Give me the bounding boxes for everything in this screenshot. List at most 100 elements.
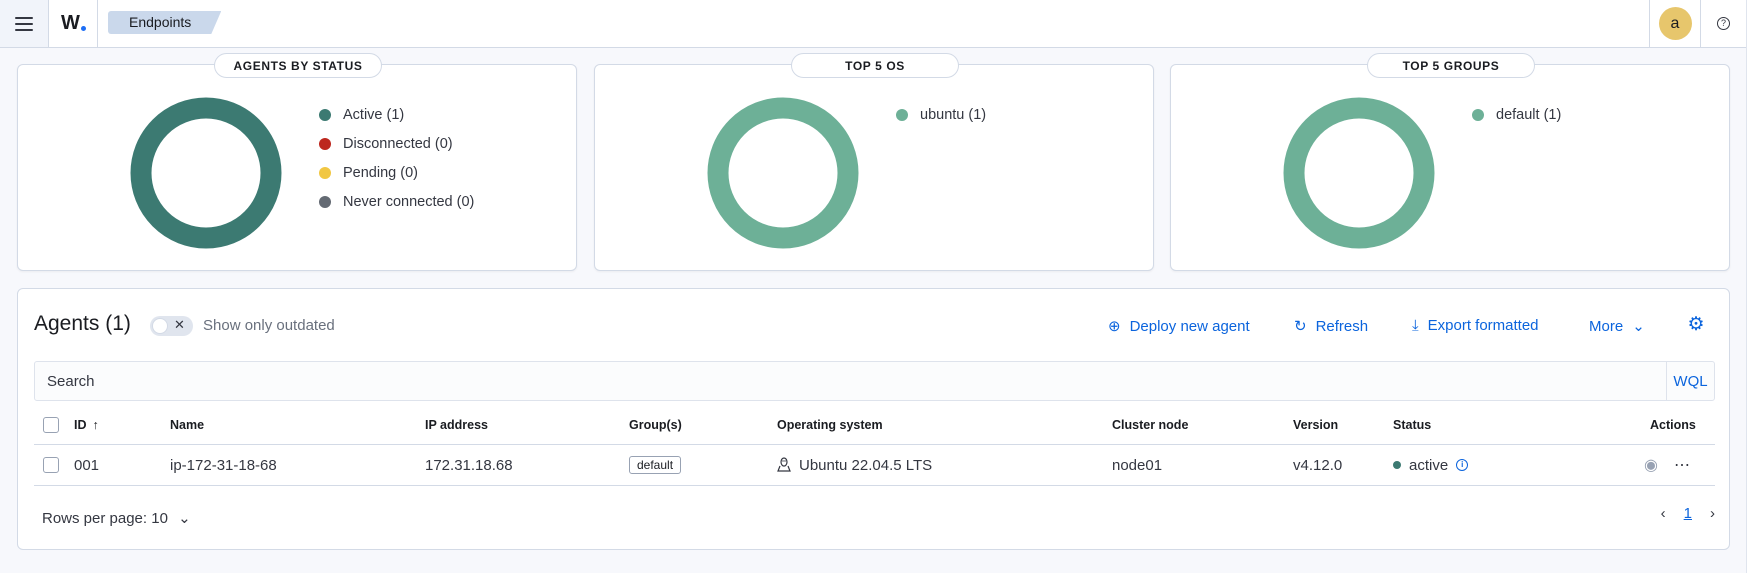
help-button[interactable]: ?	[1700, 0, 1746, 47]
col-id-label: ID	[74, 417, 87, 432]
refresh-icon: ↻	[1294, 318, 1307, 335]
agents-panel: Agents (1) ✕ Show only outdated ⊕ Deploy…	[17, 288, 1730, 550]
col-ip[interactable]: IP address	[425, 405, 488, 444]
search-bar[interactable]: Search WQL	[34, 361, 1715, 401]
pagination: ‹ 1 ›	[1661, 505, 1715, 522]
status-legend: Active (1) Disconnected (0) Pending (0) …	[319, 100, 474, 216]
legend-label: Active (1)	[343, 106, 405, 123]
select-all-checkbox[interactable]	[43, 416, 59, 433]
toggle-knob	[152, 318, 168, 334]
logo-dot	[80, 26, 86, 31]
cell-actions: ◉ ⋯	[1644, 445, 1690, 485]
refresh-button[interactable]: ↻ Refresh	[1294, 317, 1368, 336]
groups-donut-chart	[1283, 97, 1435, 249]
close-icon: ✕	[174, 317, 185, 332]
legend-dot	[319, 137, 331, 150]
linux-icon	[777, 457, 791, 472]
os-donut-chart	[707, 97, 859, 249]
col-name[interactable]: Name	[170, 405, 204, 444]
next-page-icon[interactable]: ›	[1710, 505, 1715, 522]
toggle-label[interactable]: Show only outdated	[203, 317, 335, 334]
search-input[interactable]: Search	[47, 373, 95, 390]
page-1-link[interactable]: 1	[1684, 505, 1692, 522]
panel-title: TOP 5 OS	[791, 53, 959, 78]
legend-label: ubuntu (1)	[920, 106, 987, 123]
col-cluster-node[interactable]: Cluster node	[1112, 405, 1188, 444]
prev-page-icon[interactable]: ‹	[1661, 505, 1666, 522]
legend-item-active[interactable]: Active (1)	[319, 100, 474, 129]
donut-ring-active	[130, 97, 282, 249]
rows-per-page-label: Rows per page: 10	[42, 510, 168, 527]
info-icon[interactable]: i	[1456, 459, 1469, 471]
table-row[interactable]: 001 ip-172-31-18-68 172.31.18.68 default…	[34, 445, 1715, 486]
legend-dot	[896, 108, 908, 121]
sort-up-icon: ↑	[92, 417, 99, 432]
panel-title: TOP 5 GROUPS	[1367, 53, 1535, 78]
top-os-panel: TOP 5 OS ubuntu (1)	[594, 53, 1154, 271]
cell-version: v4.12.0	[1293, 456, 1343, 474]
legend-item-disconnected[interactable]: Disconnected (0)	[319, 129, 474, 158]
wql-button[interactable]: WQL	[1666, 362, 1714, 400]
hamburger-icon	[15, 16, 33, 31]
col-id[interactable]: ID ↑	[74, 405, 99, 444]
download-icon: ⤓	[1412, 317, 1419, 334]
select-all-cell	[43, 405, 59, 444]
col-groups[interactable]: Group(s)	[629, 405, 682, 444]
deploy-agent-button[interactable]: ⊕ Deploy new agent	[1108, 317, 1250, 336]
chevron-down-icon: ⌄	[1632, 318, 1645, 335]
legend-item-default[interactable]: default (1)	[1472, 100, 1561, 129]
row-checkbox[interactable]	[43, 457, 59, 473]
more-label: More	[1589, 317, 1624, 335]
avatar[interactable]: a	[1658, 7, 1692, 40]
user-menu[interactable]: a	[1649, 0, 1700, 47]
cell-name: ip-172-31-18-68	[170, 456, 277, 474]
cell-node: node01	[1112, 456, 1163, 474]
cell-os: Ubuntu 22.04.5 LTS	[777, 445, 932, 485]
gear-icon[interactable]: ⚙	[1686, 315, 1706, 335]
export-button[interactable]: ⤓ Export formatted	[1412, 317, 1539, 334]
status-label: active	[1409, 456, 1449, 474]
logo-letter: W	[61, 12, 80, 34]
menu-button[interactable]	[0, 0, 49, 47]
group-badge[interactable]: default	[629, 456, 682, 474]
app-logo[interactable]: W	[50, 0, 98, 47]
legend-label: Pending (0)	[343, 164, 418, 181]
legend-label: Disconnected (0)	[343, 135, 453, 152]
chevron-down-icon: ⌄	[178, 510, 191, 527]
agents-by-status-panel: AGENTS BY STATUS Active (1) Disconnected…	[17, 53, 577, 271]
status-dot	[1393, 461, 1401, 469]
legend-dot	[319, 195, 331, 208]
top-groups-panel: TOP 5 GROUPS default (1)	[1170, 53, 1730, 271]
deploy-label: Deploy new agent	[1129, 317, 1250, 335]
legend-item-pending[interactable]: Pending (0)	[319, 158, 474, 187]
top-header: W Endpoints a ?	[0, 0, 1757, 48]
plus-circle-icon: ⊕	[1108, 318, 1121, 335]
col-os[interactable]: Operating system	[777, 405, 883, 444]
status-donut-chart	[130, 97, 282, 249]
eye-icon[interactable]: ◉	[1644, 455, 1658, 475]
legend-item-never-connected[interactable]: Never connected (0)	[319, 187, 474, 216]
rows-per-page-select[interactable]: Rows per page: 10 ⌄	[42, 509, 191, 527]
breadcrumb-endpoints[interactable]: Endpoints	[108, 11, 221, 34]
agents-title: Agents (1)	[34, 312, 131, 335]
outdated-toggle[interactable]: ✕	[150, 316, 193, 336]
cell-status: active i	[1393, 445, 1469, 485]
legend-dot	[1472, 108, 1484, 121]
os-legend: ubuntu (1)	[896, 100, 986, 129]
legend-label: Never connected (0)	[343, 193, 475, 210]
right-scroll-edge	[1746, 0, 1757, 573]
legend-dot	[319, 108, 331, 121]
col-actions: Actions	[1650, 417, 1696, 432]
cell-id: 001	[74, 456, 100, 474]
col-version[interactable]: Version	[1293, 405, 1338, 444]
col-status[interactable]: Status	[1393, 405, 1431, 444]
legend-item-ubuntu[interactable]: ubuntu (1)	[896, 100, 986, 129]
export-label: Export formatted	[1427, 317, 1539, 334]
help-icon: ?	[1717, 17, 1730, 30]
donut-ring-default	[1283, 97, 1435, 249]
more-dots-icon[interactable]: ⋯	[1674, 455, 1690, 475]
os-label: Ubuntu 22.04.5 LTS	[799, 456, 933, 474]
cell-ip: 172.31.18.68	[425, 456, 513, 474]
legend-dot	[319, 166, 331, 179]
more-button[interactable]: More ⌄	[1589, 317, 1645, 336]
